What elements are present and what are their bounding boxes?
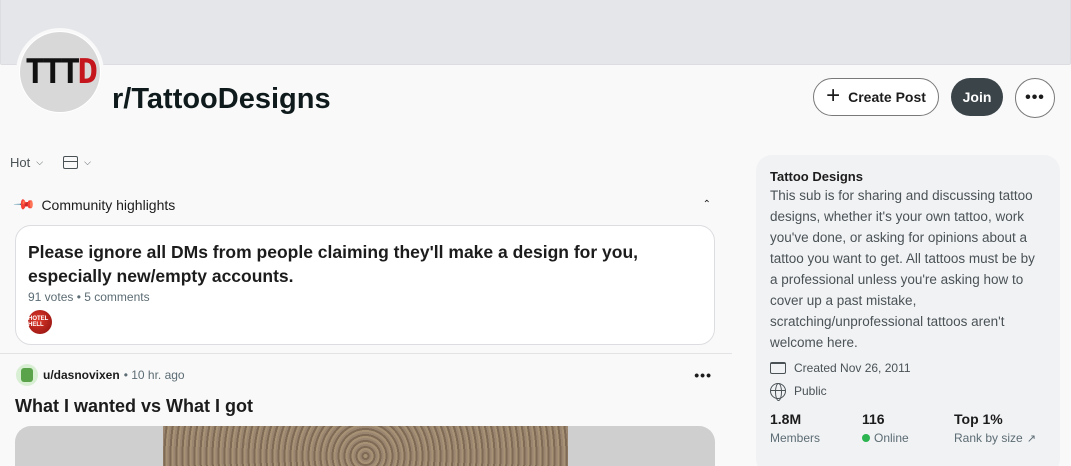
online-count: 116: [862, 411, 885, 427]
more-options-button[interactable]: •••: [1015, 78, 1055, 118]
online-label: Online: [874, 431, 909, 445]
cake-icon: [770, 362, 786, 374]
community-stats: 1.8M Members 116 Online Top 1% Rank by s…: [770, 411, 1046, 445]
layout-icon: [63, 156, 79, 169]
rank-label: Rank by size: [954, 431, 1023, 445]
members-label: Members: [770, 431, 821, 445]
community-name: r/TattooDesigns: [112, 83, 331, 115]
created-date: Created Nov 26, 2011: [794, 361, 911, 375]
highlight-author-avatar[interactable]: HOTEL HELL: [28, 310, 52, 334]
sidebar-description: This sub is for sharing and discussing t…: [770, 188, 1035, 350]
highlights-label: Community highlights: [41, 196, 176, 213]
rank-value: Top 1%: [954, 411, 1003, 427]
highlight-meta: 91 votes • 5 comments: [28, 290, 150, 304]
create-post-button[interactable]: + Create Post: [813, 78, 939, 116]
chevron-down-icon: ⌵: [36, 157, 44, 167]
user-avatar[interactable]: [16, 364, 38, 386]
community-highlights-header: 📌 Community highlights ⌃: [13, 192, 711, 216]
community-logo: TTT D: [20, 32, 100, 112]
collapse-chevron-icon[interactable]: ⌃: [703, 199, 711, 210]
post-header: u/dasnovixen • 10 hr. ago •••: [16, 364, 716, 386]
community-banner: [0, 0, 1071, 65]
plus-icon: +: [826, 82, 841, 109]
external-link-icon: ↗: [1026, 432, 1036, 445]
feed-controls: Hot ⌵ ⌵: [10, 155, 91, 170]
highlight-title[interactable]: Please ignore all DMs from people claimi…: [28, 240, 702, 288]
feed-divider: [0, 353, 732, 354]
view-layout-dropdown[interactable]: ⌵: [63, 156, 91, 169]
post-more-button[interactable]: •••: [694, 367, 712, 383]
post-image[interactable]: [15, 426, 715, 466]
online-stat: 116 Online: [862, 411, 954, 445]
members-stat: 1.8M Members: [770, 411, 862, 445]
community-avatar[interactable]: TTT D: [16, 28, 104, 116]
post-title[interactable]: What I wanted vs What I got: [15, 396, 253, 417]
visibility-label: Public: [794, 384, 827, 398]
sort-dropdown[interactable]: Hot ⌵: [10, 155, 43, 170]
join-button[interactable]: Join: [951, 78, 1003, 116]
post-author[interactable]: u/dasnovixen: [43, 368, 120, 382]
rank-stat[interactable]: Top 1% Rank by size ↗: [954, 411, 1046, 445]
chevron-down-icon: ⌵: [84, 157, 91, 167]
sort-label: Hot: [10, 155, 31, 170]
post-time: • 10 hr. ago: [123, 368, 185, 382]
visibility-row: Public: [770, 383, 1046, 401]
community-sidebar: Tattoo Designs This sub is for sharing a…: [756, 155, 1060, 466]
pin-icon: 📌: [13, 192, 37, 216]
created-row: Created Nov 26, 2011: [770, 361, 1046, 375]
highlight-card[interactable]: Please ignore all DMs from people claimi…: [15, 225, 715, 345]
sidebar-title: Tattoo Designs: [770, 169, 863, 184]
globe-icon: [770, 383, 786, 401]
members-count: 1.8M: [770, 411, 802, 427]
create-post-label: Create Post: [848, 89, 926, 105]
online-dot-icon: [862, 434, 870, 442]
